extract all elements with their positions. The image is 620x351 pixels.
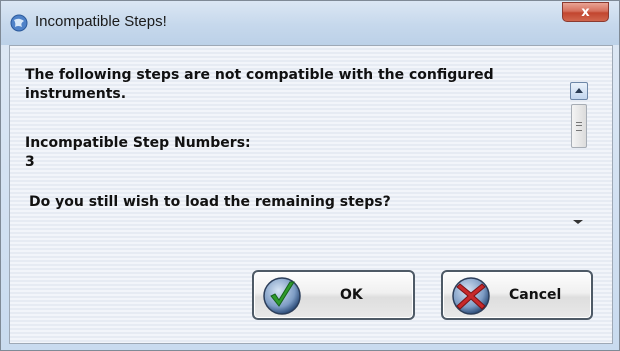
step-numbers-value: 3 [25,154,35,170]
close-icon: x [581,4,590,20]
green-checkmark-icon [262,276,302,316]
step-numbers-header: Incompatible Step Numbers: [25,135,251,151]
scroll-up-button[interactable] [570,82,588,100]
arrow-up-icon [575,88,583,93]
load-question: Do you still wish to load the remaining … [29,194,391,210]
cancel-label: Cancel [509,287,562,303]
red-x-icon [451,276,491,316]
close-button[interactable]: x [562,2,609,22]
cancel-button[interactable]: Cancel [441,270,593,320]
window-title: Incompatible Steps! [35,13,167,30]
grip-icon [576,122,582,131]
dialog-content: The following steps are not compatible w… [9,45,613,344]
title-bar[interactable]: Incompatible Steps! x [1,1,619,45]
scroll-down-arrow-icon[interactable] [573,220,583,224]
ok-button[interactable]: OK [252,270,415,320]
scroll-thumb[interactable] [571,104,587,148]
incompatible-message: The following steps are not compatible w… [25,67,494,102]
app-globe-icon [10,14,28,32]
message-scrollbar[interactable] [570,82,588,232]
dialog-window: Incompatible Steps! x The following step… [0,0,620,351]
ok-label: OK [340,287,363,303]
